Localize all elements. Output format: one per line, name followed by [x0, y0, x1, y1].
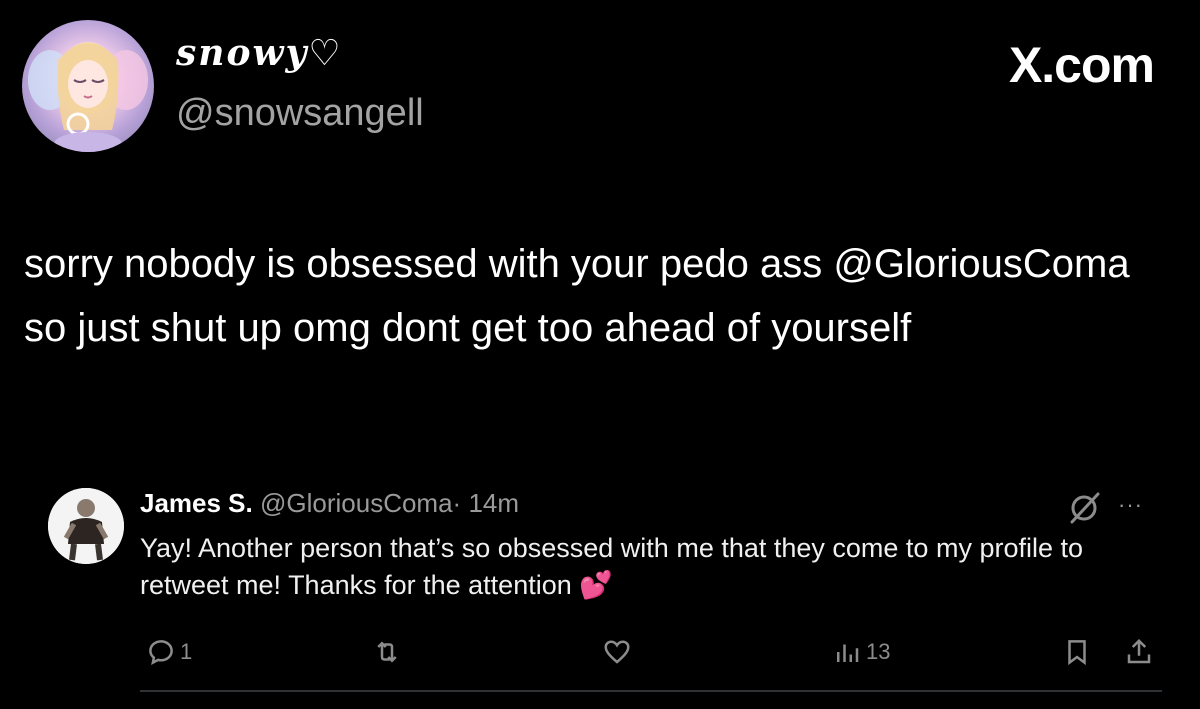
like-action-button[interactable] [602, 634, 632, 670]
reply-count: 1 [180, 639, 193, 664]
comment-icon [149, 640, 173, 665]
reply-avatar[interactable] [48, 488, 124, 564]
reply-text: Yay! Another person that’s so obsessed w… [140, 533, 1083, 600]
reply-author-name[interactable]: James S. [140, 488, 253, 518]
brand-logo: X.com [1008, 37, 1155, 93]
retweet-action-button[interactable] [372, 634, 402, 670]
heart-icon [604, 640, 630, 664]
reply-action-button[interactable]: 1 [146, 634, 192, 670]
more-options-icon[interactable]: ··· [1118, 492, 1143, 518]
reply-avatar-illustration [48, 488, 124, 564]
analytics-icon [837, 644, 859, 662]
reply-header: James S. @GloriousComa· 14m [140, 488, 519, 519]
bookmark-action-button[interactable] [1062, 634, 1092, 670]
reply-separator: · [452, 488, 462, 518]
avatar-illustration [28, 42, 148, 152]
bookmark-icon [1068, 640, 1086, 666]
views-action-button[interactable]: 13 [832, 634, 890, 670]
divider [140, 690, 1162, 692]
grok-icon[interactable] [1066, 490, 1102, 526]
share-action-button[interactable] [1124, 634, 1154, 670]
avatar[interactable] [22, 20, 154, 152]
user-handle[interactable]: @snowsangell [176, 92, 424, 135]
display-name[interactable]: snowy♡ [176, 32, 343, 74]
views-count: 13 [866, 639, 891, 664]
tweet-text: sorry nobody is obsessed with your pedo … [24, 242, 1130, 350]
reply-timestamp[interactable]: 14m [468, 488, 519, 518]
reply-author-handle[interactable]: @GloriousComa [260, 488, 453, 518]
retweet-icon [377, 641, 397, 663]
share-icon [1127, 638, 1151, 664]
